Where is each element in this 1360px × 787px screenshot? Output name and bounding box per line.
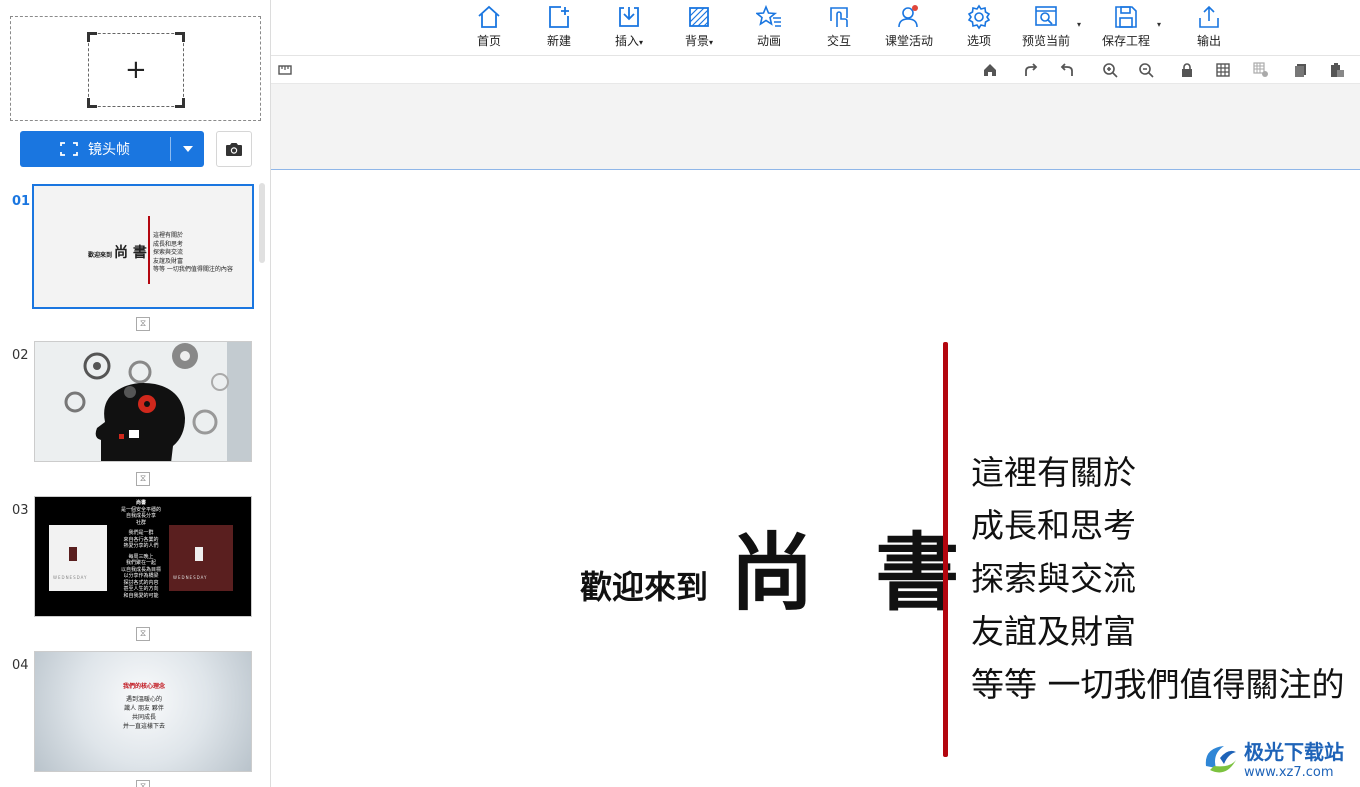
- slide-number: 04: [12, 658, 29, 673]
- slide-thumbnail-1[interactable]: 歡迎來到 尚 書 這裡有關於 成長和思考 探索與交流 友誼及財富 等等 一切我們…: [32, 184, 254, 309]
- watermark-text: 极光下载站 www.xz7.com: [1244, 740, 1344, 780]
- camera-icon: [226, 142, 242, 156]
- transition-icon[interactable]: ⧖: [136, 317, 150, 331]
- slide-number: 01: [12, 194, 31, 209]
- toolbar-options-button[interactable]: 选项: [944, 4, 1014, 52]
- slides-panel: + 镜头帧 01 歡迎來到 尚 書 這裡有關於 成長和思考 探索與交流 友誼及財…: [0, 0, 271, 787]
- canvas-toolbar: [271, 56, 1360, 84]
- thumb-lines: 我們的核心理念 遇到溫暖心的 識人 朋友 夥伴 共同成長 并一直這樣下去: [122, 683, 165, 730]
- camera-frame-dropdown[interactable]: [171, 131, 204, 167]
- plus-icon: +: [125, 55, 147, 85]
- slide-list-scrollbar[interactable]: [259, 183, 265, 263]
- desc-line-2[interactable]: 成長和思考: [971, 499, 1136, 547]
- new-slide-icon: [549, 6, 569, 28]
- camera-frame-button[interactable]: 镜头帧: [20, 131, 204, 167]
- desc-line-4[interactable]: 友誼及財富: [971, 605, 1136, 653]
- zoom-out-icon[interactable]: [1138, 62, 1154, 78]
- red-divider-bar[interactable]: [943, 342, 948, 757]
- chevron-down-icon: [182, 146, 193, 152]
- home-icon: [478, 5, 500, 28]
- classroom-activity-icon: [898, 5, 918, 28]
- ruler-icon[interactable]: [277, 62, 293, 78]
- toolbar-background-button[interactable]: 背景▾: [664, 4, 734, 52]
- redo-icon[interactable]: [1023, 62, 1039, 78]
- screenshot-button[interactable]: [216, 131, 252, 167]
- paste-icon[interactable]: [1329, 62, 1345, 78]
- copy-icon[interactable]: [1293, 62, 1309, 78]
- main-title[interactable]: 尚 書: [730, 506, 975, 627]
- chevron-down-icon[interactable]: ▾: [1157, 20, 1161, 29]
- main-toolbar: 首页 新建 插入▾ 背景▾ 动画 交互 课堂活动 选项 预览当前 ▾ 保存工程 …: [271, 0, 1360, 56]
- transition-icon[interactable]: ⧖: [136, 780, 150, 787]
- desc-line-5[interactable]: 等等 一切我們值得關注的: [971, 658, 1345, 706]
- thumb-card-left: WEDNESDAY: [49, 525, 107, 591]
- transition-icon[interactable]: ⧖: [136, 472, 150, 486]
- toolbar-preview-button[interactable]: 预览当前 ▾: [1011, 4, 1081, 52]
- thumb-red-bar: [148, 216, 150, 284]
- export-icon: [1199, 5, 1219, 28]
- undo-icon[interactable]: [1059, 62, 1075, 78]
- camera-frame-main[interactable]: 镜头帧: [20, 131, 170, 167]
- transition-icon[interactable]: ⧖: [136, 627, 150, 641]
- preview-icon: [1035, 6, 1057, 26]
- add-frame-area[interactable]: +: [10, 16, 261, 121]
- toolbar-interaction-button[interactable]: 交互: [804, 4, 874, 52]
- grid-icon[interactable]: [1215, 62, 1231, 78]
- frame-icon: [60, 142, 78, 156]
- toolbar-export-button[interactable]: 输出: [1174, 4, 1244, 52]
- slide-thumbnail-4[interactable]: 我們的核心理念 遇到溫暖心的 識人 朋友 夥伴 共同成長 并一直這樣下去: [34, 651, 252, 772]
- toolbar-insert-button[interactable]: 插入▾: [594, 4, 664, 52]
- slide-thumbnail-2[interactable]: [34, 341, 252, 462]
- home-view-icon[interactable]: [982, 62, 998, 78]
- desc-line-1[interactable]: 這裡有關於: [971, 446, 1136, 494]
- chevron-down-icon[interactable]: ▾: [1077, 20, 1081, 29]
- gears-head-image: [35, 342, 251, 461]
- slide-thumbnail-3[interactable]: WEDNESDAY WEDNESDAY 尚書 是一個安全平穩的 自我成長分享 社…: [34, 496, 252, 617]
- toolbar-classroom-activity-button[interactable]: 课堂活动: [874, 4, 944, 52]
- grid-settings-icon[interactable]: [1253, 62, 1269, 78]
- insert-icon: [619, 7, 639, 27]
- thumb-welcome: 歡迎來到: [88, 252, 113, 259]
- thumb-lines: 尚書 是一個安全平穩的 自我成長分享 社群 我們是一群 來自各行各業的 熱愛分享…: [120, 500, 161, 599]
- toolbar-animation-button[interactable]: 动画: [734, 4, 804, 52]
- watermark-logo-icon: [1205, 746, 1236, 773]
- slide-list: 01 歡迎來到 尚 書 這裡有關於 成長和思考 探索與交流 友誼及財富 等等 一…: [0, 178, 270, 787]
- lock-icon[interactable]: [1179, 62, 1195, 78]
- app-window: + 镜头帧 01 歡迎來到 尚 書 這裡有關於 成長和思考 探索與交流 友誼及財…: [0, 0, 1360, 787]
- slide-canvas[interactable]: 歡迎來到 尚 書 這裡有關於 成長和思考 探索與交流 友誼及財富 等等 一切我們…: [271, 170, 1360, 787]
- thumb-card-right: WEDNESDAY: [169, 525, 233, 591]
- animation-icon: [756, 4, 781, 27]
- options-gear-icon: [967, 4, 991, 30]
- interaction-icon: [830, 7, 848, 27]
- thumb-lines: 這裡有關於 成長和思考 探索與交流 友誼及財富 等等 一切我們值得關注的內容: [153, 232, 233, 273]
- thumb-title: 尚 書: [114, 245, 147, 261]
- add-frame-placeholder[interactable]: +: [87, 32, 185, 108]
- welcome-text[interactable]: 歡迎來到: [580, 562, 708, 608]
- toolbar-home-button[interactable]: 首页: [454, 4, 524, 52]
- zoom-in-icon[interactable]: [1102, 62, 1118, 78]
- desc-line-3[interactable]: 探索與交流: [971, 552, 1136, 600]
- save-icon: [1115, 6, 1137, 28]
- toolbar-save-button[interactable]: 保存工程 ▾: [1091, 4, 1161, 52]
- camera-frame-label: 镜头帧: [88, 142, 130, 158]
- background-icon: [689, 7, 709, 27]
- toolbar-new-button[interactable]: 新建: [524, 4, 594, 52]
- site-watermark: 极光下载站 www.xz7.com: [1200, 730, 1360, 786]
- slide-number: 02: [12, 348, 29, 363]
- slide-number: 03: [12, 503, 29, 518]
- canvas-area[interactable]: 歡迎來到 尚 書 這裡有關於 成長和思考 探索與交流 友誼及財富 等等 一切我們…: [271, 84, 1360, 787]
